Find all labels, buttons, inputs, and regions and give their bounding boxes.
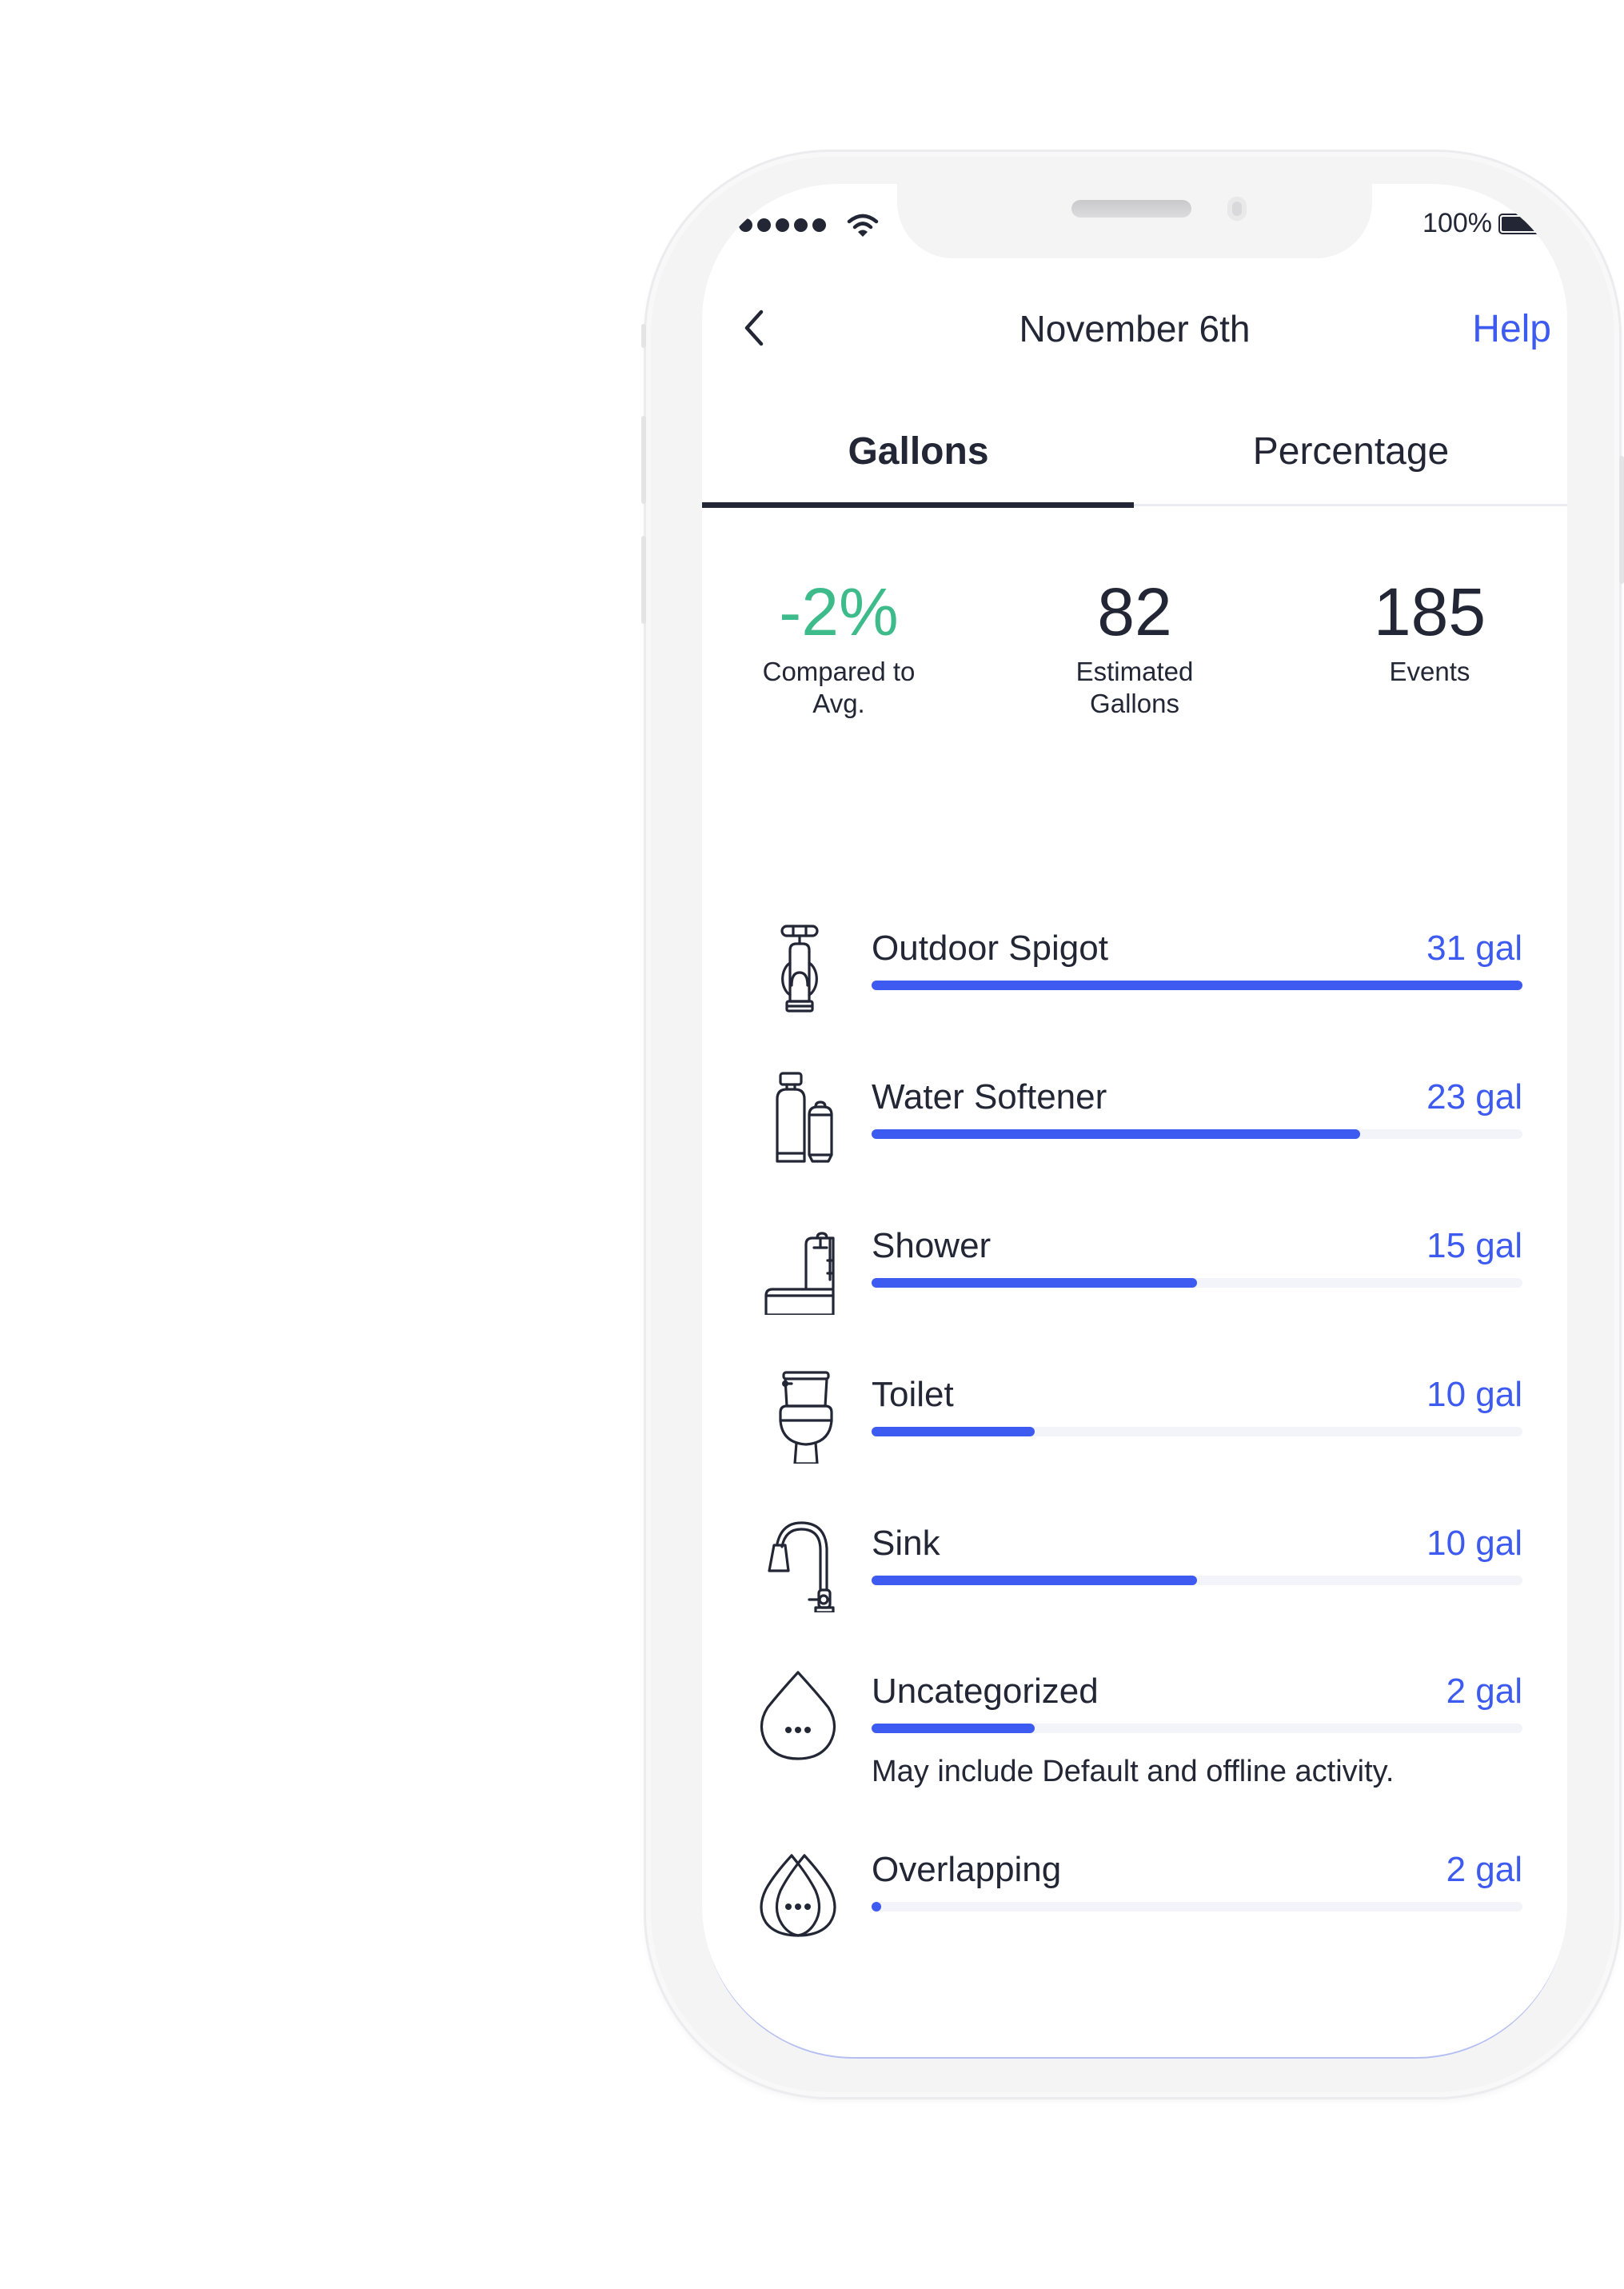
usage-bar-fill (872, 1278, 1197, 1288)
usage-bar-fill (872, 1724, 1035, 1733)
fixture-name: Overlapping (872, 1850, 1062, 1889)
water-drop-dots-icon (760, 1671, 836, 1760)
fixture-name: Toilet (872, 1375, 954, 1414)
fixture-gallons: 23 gal (1426, 1077, 1522, 1117)
usage-bar-fill (872, 1129, 1360, 1139)
fixture-row-water-softener[interactable]: Water Softener 23 gal (702, 1072, 1567, 1195)
fixture-row-outdoor-spigot[interactable]: Outdoor Spigot 31 gal (702, 925, 1567, 1046)
fixture-gallons: 10 gal (1426, 1524, 1522, 1563)
fixture-gallons: 2 gal (1446, 1850, 1522, 1889)
fixture-row-overlapping[interactable]: Overlapping 2 gal (702, 1848, 1567, 1967)
stat-compared-to-avg: -2% Compared to Avg. (702, 568, 983, 720)
front-camera (1227, 197, 1247, 221)
overlapping-drops-icon (760, 1854, 836, 1937)
status-bar-right: 100% (1422, 208, 1554, 239)
fixture-name: Water Softener (872, 1077, 1107, 1117)
stat-events: 185 Events (1286, 568, 1567, 688)
toilet-icon (779, 1371, 833, 1464)
fixture-row-shower[interactable]: Shower 15 gal (702, 1224, 1567, 1344)
fixture-name: Uncategorized (872, 1672, 1099, 1711)
usage-bar-fill (872, 981, 1522, 990)
sink-faucet-icon (768, 1521, 835, 1612)
fixture-row-sink[interactable]: Sink 10 gal (702, 1521, 1567, 1641)
fixture-name: Shower (872, 1226, 992, 1265)
spigot-icon (780, 925, 819, 1013)
battery-icon (1498, 213, 1554, 234)
signal-dot-icon (812, 218, 826, 232)
stat-value: -2% (779, 574, 899, 649)
device-notch (897, 184, 1372, 258)
battery-percentage: 100% (1422, 208, 1492, 238)
tab-bar: Gallons Percentage (702, 424, 1567, 508)
fixture-gallons: 2 gal (1446, 1672, 1522, 1711)
usage-bar-track (872, 1902, 1522, 1911)
fixture-gallons: 31 gal (1426, 929, 1522, 968)
shower-icon (764, 1232, 835, 1315)
tab-percentage[interactable]: Percentage (1135, 424, 1567, 504)
signal-dot-icon (794, 218, 808, 232)
summary-stats: -2% Compared to Avg. 82 Estimated Gallon… (702, 568, 1567, 744)
app-screen: 100% November 6th Help Gallons Percentag… (702, 184, 1567, 2057)
usage-bar-fill (872, 1902, 881, 1911)
usage-bar-track (872, 1576, 1522, 1585)
phone-volume-up (641, 416, 646, 504)
stat-label: Estimated Gallons (1075, 657, 1194, 718)
phone-mute-switch (641, 324, 646, 348)
wifi-icon (847, 214, 879, 237)
fixture-name: Sink (872, 1524, 940, 1563)
signal-dot-icon (739, 218, 752, 232)
speaker-grille (1071, 200, 1191, 218)
usage-bar-track (872, 1278, 1522, 1288)
signal-dot-icon (757, 218, 771, 232)
phone-power-button (1619, 456, 1624, 584)
water-softener-icon (776, 1072, 833, 1163)
navigation-bar: November 6th Help (702, 296, 1567, 360)
help-button[interactable]: Help (1472, 307, 1551, 351)
usage-bar-track (872, 981, 1522, 990)
stat-value: 185 (1373, 574, 1486, 649)
fixture-note: May include Default and offline activity… (872, 1755, 1395, 1788)
page-title: November 6th (1019, 308, 1251, 350)
fixture-name: Outdoor Spigot (872, 929, 1108, 968)
stat-label: Events (1389, 657, 1470, 686)
usage-bar-track (872, 1427, 1522, 1436)
usage-bar-track (872, 1129, 1522, 1139)
tab-gallons[interactable]: Gallons (702, 424, 1135, 504)
active-tab-indicator (702, 502, 1134, 508)
fixture-row-toilet[interactable]: Toilet 10 gal (702, 1371, 1567, 1492)
fixture-gallons: 15 gal (1426, 1226, 1522, 1265)
signal-dot-icon (776, 218, 789, 232)
status-bar-left (739, 213, 879, 237)
stat-label: Compared to Avg. (762, 657, 916, 718)
usage-bar-fill (872, 1427, 1035, 1436)
usage-bar-track (872, 1724, 1522, 1733)
stat-estimated-gallons: 82 Estimated Gallons (991, 568, 1279, 720)
usage-bar-fill (872, 1576, 1197, 1585)
fixture-row-uncategorized[interactable]: Uncategorized 2 gal May include Default … (702, 1669, 1567, 1789)
stat-value: 82 (1097, 574, 1172, 649)
battery-level (1502, 216, 1546, 231)
phone-volume-down (641, 536, 646, 624)
fixture-gallons: 10 gal (1426, 1375, 1522, 1414)
